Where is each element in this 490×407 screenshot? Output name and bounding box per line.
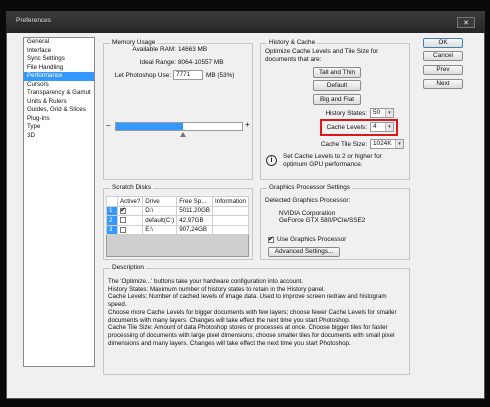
description-group: Description The 'Optimize...' buttons ta… [103,264,410,375]
memory-slider-thumb[interactable] [179,132,186,137]
nav-item[interactable]: Interface [24,47,94,56]
scratch-info-cell [212,205,249,216]
advanced-settings-button[interactable]: Advanced Settings... [268,247,340,257]
history-states-input[interactable]: 50 ▼ [370,108,394,118]
nav-item[interactable]: Transparency & Gamut [24,89,94,98]
memory-slider-fill [116,123,183,130]
scratch-disk-row[interactable]: 1 D:\5011,20GB [106,205,249,216]
cache-tile-size-dropdown-icon[interactable]: ▼ [395,140,403,148]
nav-item[interactable]: General [24,38,94,47]
gpu-model: GeForce GTX 580/PCIe/SSE2 [279,217,366,224]
title-bar[interactable]: Preferences ✕ [6,11,485,33]
scratch-header-info[interactable]: Information [212,196,249,207]
scratch-header-num [106,196,118,207]
cache-levels-value: 4 [373,123,377,130]
scratch-row-num: 2 [106,215,118,226]
available-ram-value: 14663 MB [178,46,208,53]
scratch-header-free[interactable]: Free Sp... [176,196,214,207]
available-ram-label: Available RAM: [132,46,176,53]
history-cache-title: History & Cache [267,39,318,46]
detected-gpu-label: Detected Graphics Processor: [265,197,351,204]
nav-item[interactable]: Units & Rulers [24,98,94,107]
ideal-range-label: Ideal Range: [139,59,176,66]
prev-button[interactable]: Prev [423,65,463,75]
memory-amount-input[interactable]: 7771 [173,70,203,80]
gpu-settings-title: Graphics Processor Settings [267,184,352,191]
ok-button[interactable]: OK [423,38,463,48]
scratch-active-checkbox[interactable] [120,226,126,233]
nav-item[interactable]: File Handling [24,64,94,73]
next-button[interactable]: Next [423,79,463,89]
scratch-header-drive[interactable]: Drive [142,196,178,207]
let-photoshop-use-label: Let Photoshop Use: [114,72,171,79]
scratch-drive-cell: E:\ [142,224,178,235]
scratch-active-cell[interactable] [116,224,144,235]
scratch-header-active[interactable]: Active? [116,196,144,207]
cache-levels-input[interactable]: 4 ▼ [370,122,394,132]
use-gpu-label[interactable]: Use Graphics Processor [277,236,346,243]
scratch-active-cell[interactable] [116,205,144,216]
scratch-table-header-row: Active? Drive Free Sp... Information [106,196,249,207]
cache-tile-size-value: 1024K [373,140,392,147]
scratch-active-checkbox[interactable] [120,206,126,214]
nav-item[interactable]: 3D [24,132,94,141]
gpu-vendor: NVIDIA Corporation [279,210,336,217]
window-title: Preferences [16,17,52,24]
optimize-intro-text: Optimize Cache Levels and Tile Size for … [265,48,379,63]
nav-item[interactable]: Guides, Grid & Slices [24,106,94,115]
scratch-row-num: 1 [106,205,118,216]
scratch-drive-cell: D:\ [142,205,178,216]
memory-slider-track[interactable] [115,122,243,131]
ideal-range-value: 8064-10557 MB [178,59,224,66]
scratch-active-checkbox[interactable] [120,217,126,224]
cache-tile-size-label: Cache Tile Size: [320,141,367,148]
scratch-free-cell: 907,24GB [176,224,214,235]
scratch-row-num: 3 [106,224,118,235]
scratch-disks-title: Scratch Disks [110,184,154,191]
scratch-free-cell: 42,97GB [176,215,214,226]
nav-item[interactable]: Sync Settings [24,55,94,64]
scratch-active-cell[interactable] [116,215,144,226]
slider-plus-label: + [245,120,250,129]
slider-minus-label: – [106,121,111,130]
big-and-flat-button[interactable]: Big and Flat [313,94,361,105]
description-title: Description [110,264,146,271]
info-icon: i [266,155,277,166]
nav-item[interactable]: Type [24,123,94,132]
cache-levels-label: Cache Levels: [326,124,368,131]
nav-item[interactable]: Cursors [24,81,94,90]
preferences-nav-list: General Interface Sync Settings File Handli… [23,37,95,367]
scratch-drive-cell: default(C:) [142,215,178,226]
gpu-tip-text: Set Cache Levels to 2 or higher for opti… [283,153,382,168]
scratch-disks-table: Active? Drive Free Sp... Information 1 D:… [106,196,249,235]
scratch-free-cell: 5011,20GB [176,205,214,216]
nav-item[interactable]: Plug-Ins [24,115,94,124]
nav-item[interactable]: Performance [24,72,94,81]
tall-and-thin-button[interactable]: Tall and Thin [313,67,361,78]
scratch-disk-row[interactable]: 3 E:\ 907,24GB [106,224,249,235]
history-states-label: History States: [325,110,367,117]
history-states-dropdown-icon[interactable]: ▼ [385,109,393,117]
scratch-info-cell [212,215,249,226]
default-button[interactable]: Default [313,80,361,91]
description-text: The 'Optimize...' buttons take your hard… [108,278,397,347]
cache-tile-size-select[interactable]: 1024K ▼ [370,139,404,149]
cancel-button[interactable]: Cancel [423,51,463,61]
history-states-value: 50 [373,109,381,116]
use-gpu-checkbox[interactable] [268,235,274,244]
memory-unit-label: MB (53%) [206,72,235,79]
memory-usage-title: Memory Usage [110,39,158,46]
close-button[interactable]: ✕ [457,17,475,28]
scratch-disk-row[interactable]: 2 default(C:) 42,97GB [106,215,249,226]
cache-levels-dropdown-icon[interactable]: ▼ [385,123,393,131]
scratch-info-cell [212,224,249,235]
